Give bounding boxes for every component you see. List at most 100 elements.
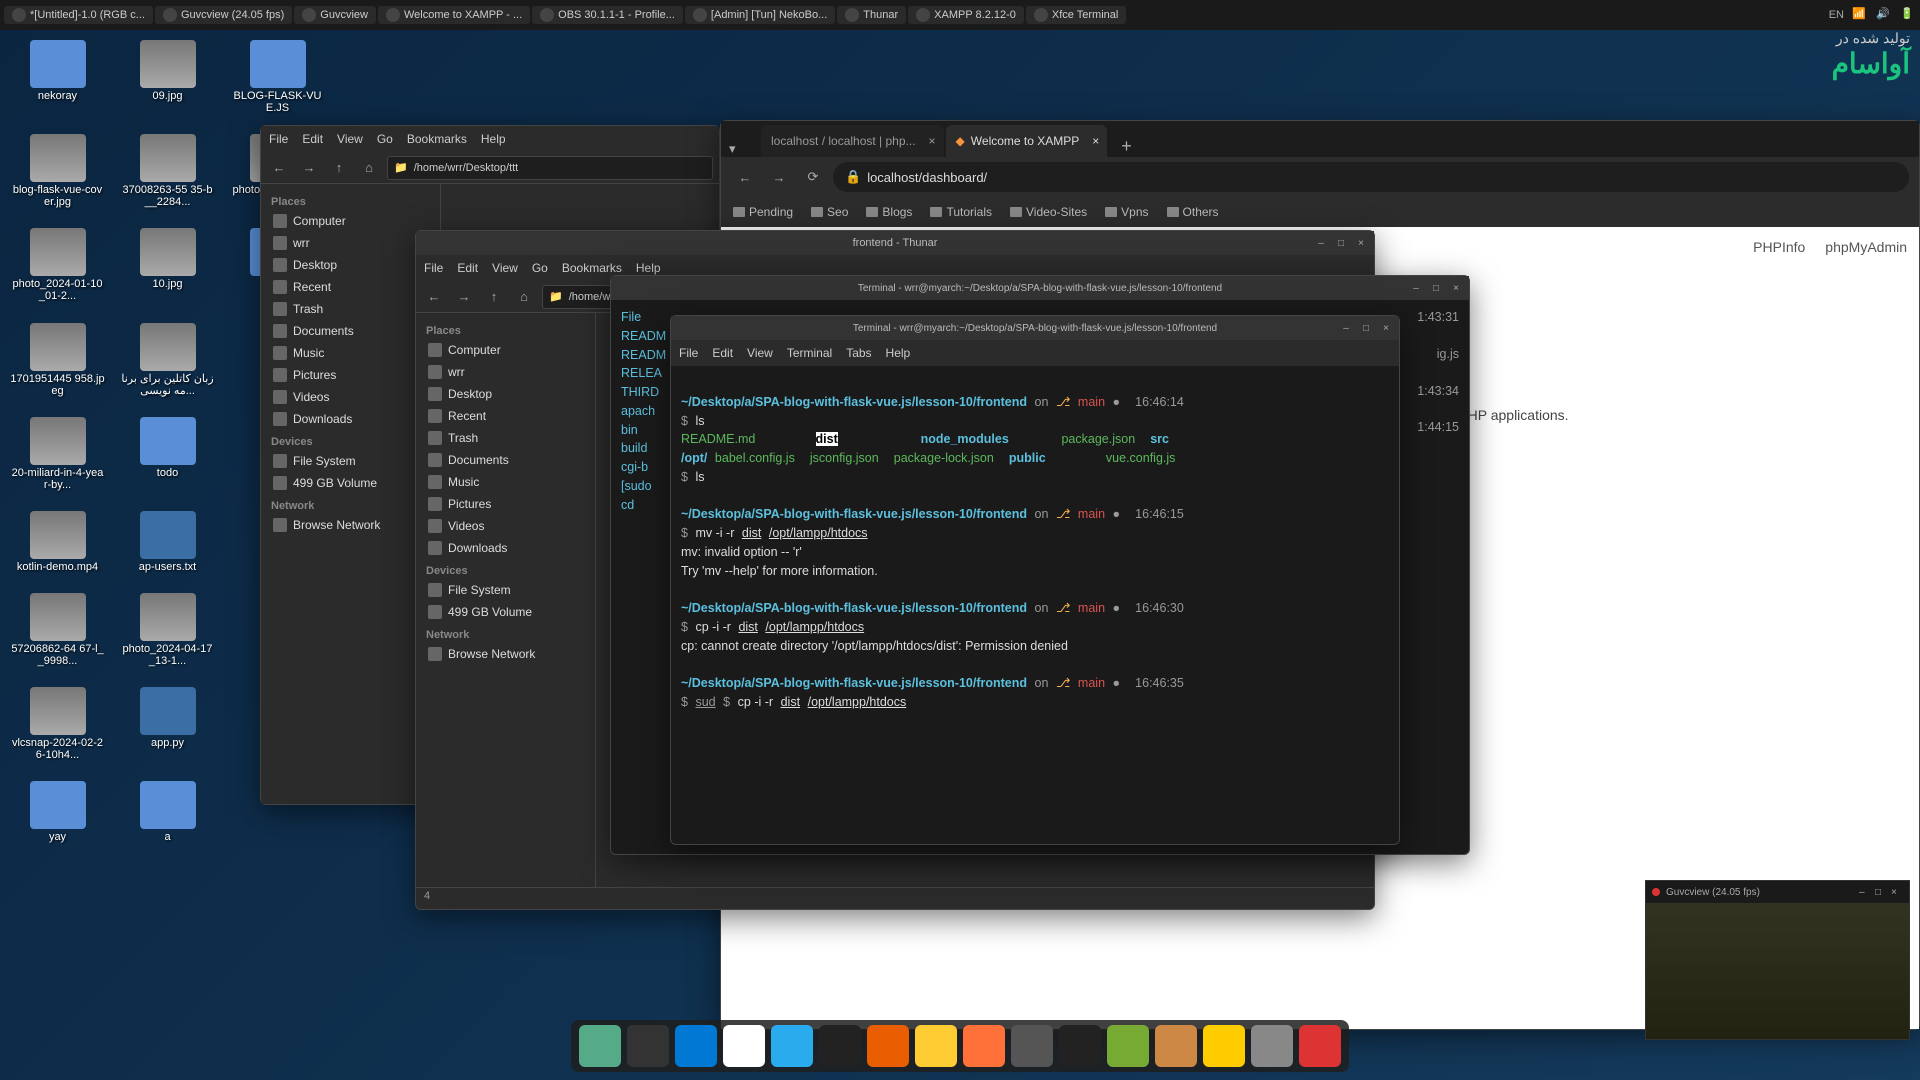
dock-item-ff[interactable] — [963, 1025, 1005, 1067]
close-icon[interactable]: × — [1092, 134, 1099, 148]
dock-item-em[interactable] — [1203, 1025, 1245, 1067]
maximize-button[interactable]: □ — [1875, 887, 1887, 898]
taskbar-item[interactable]: Thunar — [837, 6, 906, 24]
dock-item-term[interactable] — [627, 1025, 669, 1067]
back-button[interactable]: ← — [731, 163, 759, 191]
back-button[interactable]: ← — [422, 285, 446, 309]
browser-tab-1[interactable]: localhost / localhost | php... × — [761, 125, 944, 157]
desktop-icon[interactable]: 20-miliard-in-4-year-by... — [10, 417, 105, 491]
menu-file[interactable]: File — [424, 261, 443, 275]
dock-item-fm[interactable] — [579, 1025, 621, 1067]
taskbar-item[interactable]: Xfce Terminal — [1026, 6, 1126, 24]
dock-item-rec[interactable] — [1299, 1025, 1341, 1067]
menu-view[interactable]: View — [337, 132, 363, 146]
url-bar[interactable]: 🔒 localhost/dashboard/ — [833, 162, 1909, 192]
bookmark-blogs[interactable]: Blogs — [866, 205, 912, 219]
menu-go[interactable]: Go — [377, 132, 393, 146]
up-button[interactable]: ↑ — [327, 156, 351, 180]
bookmark-pending[interactable]: Pending — [733, 205, 793, 219]
menu-go[interactable]: Go — [532, 261, 548, 275]
desktop-icon[interactable]: BLOG-FLASK-VUE.JS — [230, 40, 325, 114]
taskbar-item[interactable]: XAMPP 8.2.12-0 — [908, 6, 1024, 24]
bookmark-others[interactable]: Others — [1167, 205, 1219, 219]
menu-terminal[interactable]: Terminal — [787, 346, 832, 360]
desktop-icon[interactable]: 37008263-55 35-b__2284... — [120, 134, 215, 208]
taskbar-item[interactable]: *[Untitled]-1.0 (RGB c... — [4, 6, 153, 24]
sidebar-item-pictures[interactable]: Pictures — [261, 364, 440, 386]
browser-tab-2[interactable]: ◆ Welcome to XAMPP × — [946, 125, 1108, 157]
network-icon[interactable]: 📶 — [1852, 7, 1868, 23]
dock-item-obs[interactable] — [1059, 1025, 1101, 1067]
menu-edit[interactable]: Edit — [302, 132, 323, 146]
menu-edit[interactable]: Edit — [457, 261, 478, 275]
back-button[interactable]: ← — [267, 156, 291, 180]
taskbar-item[interactable]: Guvcview (24.05 fps) — [155, 6, 292, 24]
sidebar-item-wrr[interactable]: wrr — [261, 232, 440, 254]
desktop-icon[interactable]: زبان کاتلین برای برنامه نویسی... — [120, 323, 215, 397]
taskbar-item[interactable]: OBS 30.1.1-1 - Profile... — [532, 6, 683, 24]
dock-item-gear[interactable] — [1251, 1025, 1293, 1067]
bookmark-tutorials[interactable]: Tutorials — [930, 205, 992, 219]
maximize-button[interactable]: □ — [1429, 281, 1443, 295]
taskbar-item[interactable]: [Admin] [Tun] NekoBo... — [685, 6, 835, 24]
sidebar-item-browse-network[interactable]: Browse Network — [261, 514, 440, 536]
sidebar-toggle[interactable]: ▾ — [729, 141, 736, 157]
sidebar-item-videos[interactable]: Videos — [261, 386, 440, 408]
forward-button[interactable]: → — [297, 156, 321, 180]
desktop-icon[interactable]: nekoray — [10, 40, 105, 114]
minimize-button[interactable]: – — [1859, 887, 1871, 898]
sidebar-item-desktop[interactable]: Desktop — [416, 383, 595, 405]
menu-view[interactable]: View — [492, 261, 518, 275]
sidebar-item-499-gb-volume[interactable]: 499 GB Volume — [416, 601, 595, 623]
sidebar-item-desktop[interactable]: Desktop — [261, 254, 440, 276]
dock-item-box[interactable] — [1155, 1025, 1197, 1067]
sidebar-item-file-system[interactable]: File System — [261, 450, 440, 472]
desktop-icon[interactable]: 1701951445 958.jpeg — [10, 323, 105, 397]
maximize-button[interactable]: □ — [1359, 321, 1373, 335]
minimize-button[interactable]: – — [1409, 281, 1423, 295]
close-button[interactable]: × — [1891, 887, 1903, 898]
sidebar-item-music[interactable]: Music — [416, 471, 595, 493]
phpmyadmin-link[interactable]: phpMyAdmin — [1825, 239, 1907, 255]
sidebar-item-recent[interactable]: Recent — [261, 276, 440, 298]
sidebar-item-browse-network[interactable]: Browse Network — [416, 643, 595, 665]
forward-button[interactable]: → — [765, 163, 793, 191]
desktop-icon[interactable]: 57206862-64 67-l__9998... — [10, 593, 105, 667]
sidebar-item-documents[interactable]: Documents — [416, 449, 595, 471]
bookmark-seo[interactable]: Seo — [811, 205, 848, 219]
dock-item-st[interactable] — [1011, 1025, 1053, 1067]
phpinfo-link[interactable]: PHPInfo — [1753, 239, 1805, 255]
menu-help[interactable]: Help — [636, 261, 661, 275]
bookmark-video-sites[interactable]: Video-Sites — [1010, 205, 1087, 219]
sidebar-item-trash[interactable]: Trash — [416, 427, 595, 449]
desktop-icon[interactable]: ap-users.txt — [120, 511, 215, 573]
desktop-icon[interactable]: a — [120, 781, 215, 843]
menu-edit[interactable]: Edit — [712, 346, 733, 360]
desktop-icon[interactable]: app.py — [120, 687, 215, 761]
sidebar-item-pictures[interactable]: Pictures — [416, 493, 595, 515]
menu-help[interactable]: Help — [481, 132, 506, 146]
maximize-button[interactable]: □ — [1334, 236, 1348, 250]
lang-indicator[interactable]: EN — [1829, 9, 1844, 21]
menu-view[interactable]: View — [747, 346, 773, 360]
menu-bookmarks[interactable]: Bookmarks — [407, 132, 467, 146]
desktop-icon[interactable]: photo_2024-01-10_01-2... — [10, 228, 105, 302]
sidebar-item-file-system[interactable]: File System — [416, 579, 595, 601]
bookmark-vpns[interactable]: Vpns — [1105, 205, 1148, 219]
minimize-button[interactable]: – — [1339, 321, 1353, 335]
menu-file[interactable]: File — [269, 132, 288, 146]
forward-button[interactable]: → — [452, 285, 476, 309]
close-button[interactable]: × — [1354, 236, 1368, 250]
sidebar-item-music[interactable]: Music — [261, 342, 440, 364]
sidebar-item-computer[interactable]: Computer — [261, 210, 440, 232]
menu-help[interactable]: Help — [886, 346, 911, 360]
path-bar[interactable]: 📁 /home/wrr/Desktop/ttt — [387, 156, 713, 180]
menu-tabs[interactable]: Tabs — [846, 346, 871, 360]
sidebar-item-trash[interactable]: Trash — [261, 298, 440, 320]
desktop-icon[interactable]: todo — [120, 417, 215, 491]
close-button[interactable]: × — [1379, 321, 1393, 335]
reload-button[interactable]: ⟳ — [799, 163, 827, 191]
sidebar-item-downloads[interactable]: Downloads — [261, 408, 440, 430]
minimize-button[interactable]: – — [1314, 236, 1328, 250]
sidebar-item-documents[interactable]: Documents — [261, 320, 440, 342]
